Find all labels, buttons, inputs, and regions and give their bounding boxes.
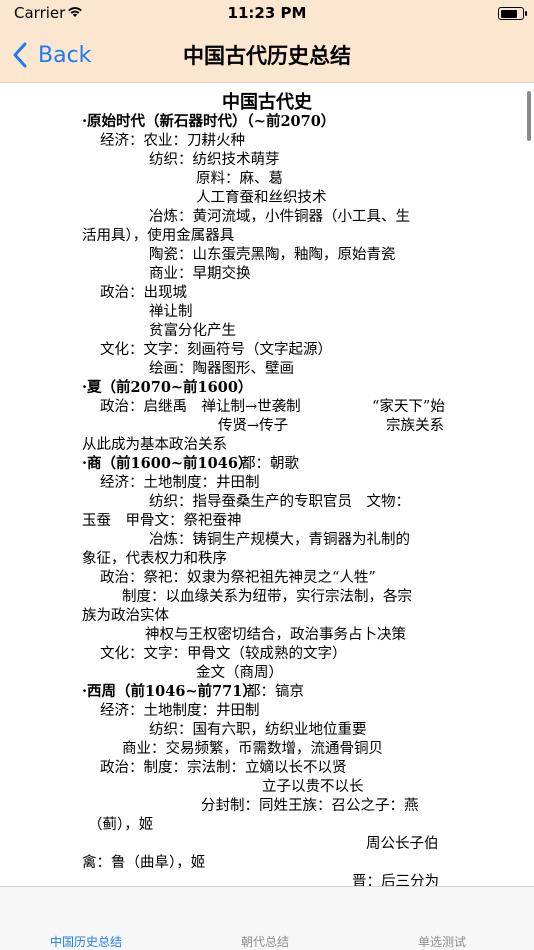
scroll-indicator[interactable] — [527, 91, 531, 141]
text-line: 玉蚕 甲骨文：祭祀蚕神 — [82, 513, 242, 529]
text-line: 从此成为基本政治关系 — [82, 437, 227, 453]
text-line: 宗族关系 — [386, 418, 444, 434]
text-line: 禅让制 — [149, 304, 193, 320]
text-line: 立子以贵不以长 — [262, 779, 364, 795]
tab-bar: 中国历史总结 朝代总结 单选测试 — [0, 886, 534, 950]
text-line: 文化：文字：刻画符号（文字起源） — [100, 342, 332, 358]
text-line: 活用具），使用金属器具 — [82, 228, 235, 244]
text-line: 神权与王权密切结合，政治事务占卜决策 — [145, 627, 406, 643]
text-line: （蓟），姬 — [88, 817, 154, 833]
text-line: 金文（商周） — [196, 665, 283, 681]
text-line: 冶炼：黄河流域，小件铜器（小工具、生 — [149, 209, 410, 225]
text-line: 晋：后三分为 — [352, 874, 439, 886]
text-line: 商业：交易频繁，币需数增，流通骨铜贝 — [122, 741, 383, 757]
wifi-icon — [68, 7, 82, 17]
text-line: 周公长子伯 — [366, 836, 439, 852]
text-line: 绘画：陶器图形、壁画 — [149, 361, 294, 377]
text-line: 经济：农业：刀耕火种 — [100, 133, 245, 149]
chevron-left-icon — [13, 42, 27, 68]
text-line: 经济：土地制度：井田制 — [100, 703, 260, 719]
back-button[interactable]: Back — [12, 38, 91, 72]
text-line: 纺织：纺织技术萌芽 — [149, 152, 280, 168]
section-shang: ·商（前1600~前1046） — [82, 455, 253, 472]
tab-dynasty-summary[interactable]: 朝代总结 — [241, 933, 289, 950]
text-line: 政治：出现城 — [100, 285, 187, 301]
text-line: 原料：麻、葛 — [196, 171, 283, 187]
text-line: 商业：早期交换 — [149, 266, 251, 282]
text-line: 贫富分化产生 — [149, 323, 236, 339]
tab-single-choice-test[interactable]: 单选测试 — [418, 933, 466, 950]
app-screen: Carrier 11:23 PM Back 中国古代历史总结 中国古代史 ·原始… — [0, 0, 534, 950]
text-line: 族为政治实体 — [82, 608, 169, 624]
text-line: 政治：祭祀：奴隶为祭祀祖先神灵之“人牲” — [100, 570, 376, 586]
section-xia: ·夏（前2070~前1600） — [82, 379, 253, 396]
battery-icon — [498, 7, 527, 20]
text-line: 制度：以血缘关系为纽带，实行宗法制，各宗 — [122, 589, 412, 605]
text-line: 冶炼：铸铜生产规模大，青铜器为礼制的 — [149, 532, 410, 548]
text-line: 政治：启继禹 禅让制→世袭制 — [100, 399, 301, 415]
tab-history-summary[interactable]: 中国历史总结 — [50, 933, 122, 950]
text-line: 文化：文字：甲骨文（较成熟的文字） — [100, 646, 347, 662]
text-line: 都：镐京 — [246, 684, 304, 700]
navigation-bar: Back 中国古代历史总结 — [0, 28, 534, 83]
carrier-label: Carrier — [14, 4, 66, 22]
text-line: 禽：鲁（曲阜），姬 — [82, 855, 206, 871]
text-line: “家天下”始 — [372, 399, 445, 415]
text-line: 纺织：国有六职，纺织业地位重要 — [149, 722, 367, 738]
history-text-view[interactable]: 中国古代史 ·原始时代（新石器时代）（~前2070） 经济：农业：刀耕火种 纺织… — [0, 83, 534, 886]
text-line: 分封制：同姓王族：召公之子：燕 — [201, 798, 419, 814]
text-line: 都：朝歌 — [241, 456, 299, 472]
text-line: 传贤→传子 — [218, 418, 289, 434]
text-line: 政治：制度：宗法制：立嫡以长不以贤 — [100, 760, 347, 776]
section-primitive-era: ·原始时代（新石器时代）（~前2070） — [82, 113, 336, 130]
text-line: 经济：土地制度：井田制 — [100, 475, 260, 491]
text-line: 人工育蚕和丝织技术 — [196, 190, 327, 206]
text-line: 陶瓷：山东蛋壳黑陶，釉陶，原始青瓷 — [149, 247, 396, 263]
status-bar: Carrier 11:23 PM — [0, 0, 534, 28]
section-western-zhou: ·西周（前1046~前771） — [82, 683, 257, 700]
text-line: 纺织：指导蚕桑生产的专职官员 文物： — [149, 494, 410, 510]
back-label: Back — [38, 42, 92, 68]
text-line: 象征，代表权力和秩序 — [82, 551, 227, 567]
document-title: 中国古代史 — [222, 92, 312, 113]
